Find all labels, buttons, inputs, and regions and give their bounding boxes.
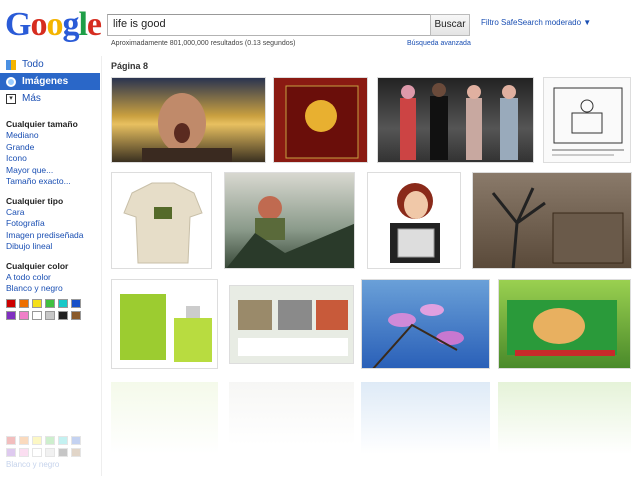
color-swatch	[58, 436, 68, 445]
image-result[interactable]	[229, 285, 354, 364]
image-reflection	[111, 382, 218, 472]
image-result[interactable]	[543, 77, 631, 163]
color-swatch[interactable]	[6, 310, 16, 320]
search-input[interactable]: life is good	[107, 14, 431, 36]
type-filter-link[interactable]: Fotografía	[6, 218, 101, 230]
sidebar-reflection: Blanco y negro	[6, 436, 81, 469]
image-result[interactable]	[498, 279, 631, 369]
image-result[interactable]	[273, 77, 368, 163]
color-swatch[interactable]	[71, 310, 81, 320]
color-swatch[interactable]	[19, 298, 29, 308]
nav-label: Más	[22, 93, 41, 104]
color-swatch[interactable]	[6, 298, 16, 308]
image-result[interactable]	[377, 77, 534, 163]
size-filter-title[interactable]: Cualquier tamaño	[6, 119, 101, 129]
color-swatch[interactable]	[45, 298, 55, 308]
color-swatch[interactable]	[71, 298, 81, 308]
color-swatch	[19, 436, 29, 445]
image-result[interactable]	[111, 279, 218, 369]
size-filter-link[interactable]: Icono	[6, 153, 101, 165]
search-button[interactable]: Buscar	[430, 14, 470, 36]
color-swatch	[6, 448, 16, 457]
nav-item-images[interactable]: Imágenes	[0, 73, 100, 90]
type-filter-link[interactable]: Imagen prediseñada	[6, 230, 101, 242]
color-filter-link[interactable]: Blanco y negro	[6, 283, 101, 295]
color-swatch[interactable]	[58, 298, 68, 308]
color-swatch[interactable]	[32, 298, 42, 308]
color-swatch[interactable]	[45, 310, 55, 320]
images-icon	[6, 76, 16, 87]
type-filter-link[interactable]: Cara	[6, 207, 101, 219]
page-label: Página 8	[111, 61, 149, 71]
type-filter-title[interactable]: Cualquier tipo	[6, 196, 101, 206]
color-swatch	[45, 448, 55, 457]
advanced-search-link[interactable]: Búsqueda avanzada	[407, 40, 471, 47]
color-swatch	[58, 448, 68, 457]
image-reflection	[361, 382, 490, 472]
image-result[interactable]	[111, 77, 266, 163]
more-icon: ▾	[6, 93, 16, 104]
divider	[101, 56, 102, 476]
color-swatch	[6, 436, 16, 445]
size-filter-link[interactable]: Mediano	[6, 130, 101, 142]
color-swatch	[45, 436, 55, 445]
image-result[interactable]	[111, 172, 212, 269]
filter-sidebar: Cualquier tamaño Mediano Grande Icono Ma…	[6, 117, 101, 320]
nav-item-more[interactable]: ▾ Más	[0, 90, 100, 107]
web-icon	[6, 59, 16, 70]
color-swatch[interactable]	[32, 310, 42, 320]
color-filter-title[interactable]: Cualquier color	[6, 261, 101, 271]
reflection-text: Blanco y negro	[6, 460, 60, 469]
color-swatch[interactable]	[19, 310, 29, 320]
color-swatch	[32, 448, 42, 457]
color-swatch	[71, 436, 81, 445]
google-logo[interactable]: Google	[5, 6, 102, 44]
size-filter-link[interactable]: Grande	[6, 142, 101, 154]
size-filter-link[interactable]: Mayor que...	[6, 165, 101, 177]
color-swatch	[71, 448, 81, 457]
nav-item-all[interactable]: Todo	[0, 56, 100, 73]
image-result[interactable]	[367, 172, 461, 269]
color-swatch[interactable]	[58, 310, 68, 320]
nav-label: Imágenes	[22, 76, 69, 87]
color-swatches	[6, 298, 101, 320]
color-swatch	[19, 448, 29, 457]
result-stats: Aproximadamente 801,000,000 resultados (…	[111, 40, 296, 47]
image-result[interactable]	[361, 279, 490, 369]
image-reflection	[498, 382, 631, 472]
image-result[interactable]	[224, 172, 355, 269]
color-swatch	[32, 436, 42, 445]
image-result[interactable]	[472, 172, 632, 269]
left-nav: Todo Imágenes ▾ Más	[0, 56, 100, 107]
color-swatches-reflection	[6, 436, 81, 457]
image-reflection	[229, 382, 354, 461]
type-filter-link[interactable]: Dibujo lineal	[6, 241, 101, 253]
nav-label: Todo	[22, 59, 44, 70]
color-filter-link[interactable]: A todo color	[6, 272, 101, 284]
safesearch-dropdown[interactable]: Filtro SafeSearch moderado ▼	[481, 18, 591, 27]
size-filter-link[interactable]: Tamaño exacto...	[6, 176, 101, 188]
